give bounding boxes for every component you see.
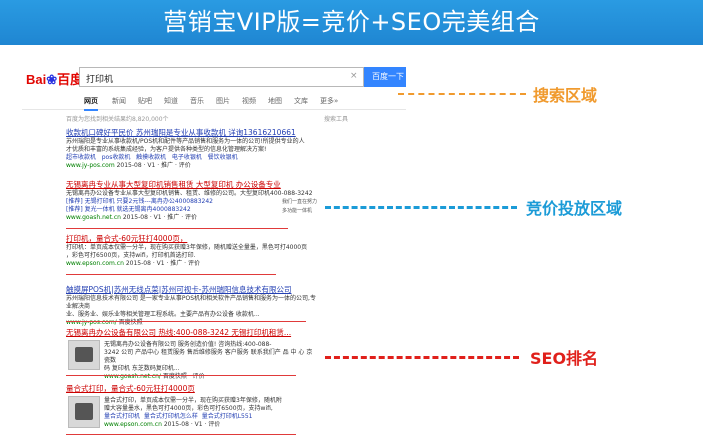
baidu-logo[interactable]: Bai❀百度 bbox=[26, 69, 83, 88]
logo-bai-text: Bai bbox=[26, 72, 47, 87]
result-desc: 量合式打印，单页成本仅需一分半，现在购买获赠3年保修，随机附 bbox=[104, 397, 282, 404]
result-meta: 2015-08 · V1 · 推广 · 评价 bbox=[116, 162, 191, 169]
result-desc: 苏州瑞阳信息技术有限公司 是一家专业从事POS机和相关软件产品销售和服务为一体的… bbox=[66, 295, 316, 310]
result-desc: ，彩色可打6500页，支持wifi，打印机首选打印. bbox=[66, 252, 196, 259]
result-sublink[interactable]: 量合式打印机 bbox=[104, 413, 140, 420]
result-desc: 3242 公司 产品中心 租赁服务 售后维修服务 客户服务 联系我们产 品 中 … bbox=[104, 349, 313, 364]
tab-wenku[interactable]: 文库 bbox=[294, 96, 308, 106]
tab-more[interactable]: 更多» bbox=[320, 96, 338, 106]
result-url: www.epson.com.cn bbox=[66, 260, 124, 267]
result-sublink[interactable]: pos收款机 bbox=[102, 154, 131, 161]
search-area-line bbox=[398, 93, 526, 95]
result-meta: 2015-08 · V1 · 评价 bbox=[163, 421, 221, 428]
result-side-note: 我们一直在努力 bbox=[282, 199, 318, 205]
tab-images[interactable]: 图片 bbox=[216, 96, 230, 106]
result-tag: [推荐] bbox=[66, 206, 83, 213]
result-desc: 才优质和丰富的系统集成经验，为客户提供各种类型的信息化管理解决方案! bbox=[66, 146, 267, 153]
tab-zhidao[interactable]: 知道 bbox=[164, 96, 178, 106]
result-sublink[interactable]: 量合式打印机怎么样 bbox=[144, 413, 198, 420]
clear-icon[interactable]: × bbox=[350, 71, 358, 81]
result-title[interactable]: 触摸屏POS机|苏州无线点菜|苏州可视卡-苏州瑞阳信息技术有限公司 bbox=[66, 285, 316, 295]
result-item: 量合式打印，量合式-60元狂打4000页 bbox=[66, 384, 316, 394]
result-meta: 2015-08 · V1 · 推广 · 评价 bbox=[122, 214, 198, 221]
baidu-screenshot: Bai❀百度 打印机 × 百度一下 网页 新闻 贴吧 知道 音乐 图片 视频 地… bbox=[22, 62, 406, 439]
result-item: 打印机，量合式-60元狂打4000页， 打印机：单页成本仅需一分半，现在购买获赠… bbox=[66, 234, 316, 268]
banner-title: 营销宝VIP版=竞价+SEO完美组合 bbox=[0, 0, 703, 45]
search-tools-button[interactable]: 搜索工具 bbox=[324, 114, 348, 123]
result-desc: 业、服务业、娱乐业等相关管理工程系统。主要产品有办公设备 收款机... bbox=[66, 311, 260, 318]
result-sublink[interactable]: 电子收银机 bbox=[172, 154, 202, 161]
result-sublink[interactable]: 触摸收款机 bbox=[136, 154, 166, 161]
result-item: 无锡离冉专业从事大型复印机销售租赁 大型复印机 办公设备专业 无锡离冉办公设备专… bbox=[66, 180, 316, 222]
result-sublink[interactable]: 无锡打印机 只要2元钱---离冉办公4000883242 bbox=[85, 198, 213, 205]
result-desc: 打印机：单页成本仅需一分半，现在购买获赠3年保修，随机赠送全量墨，黑色可打400… bbox=[66, 244, 308, 251]
result-desc: 赠大容量墨水，黑色可打4000页，彩色可打6500页，支持wifi, bbox=[104, 405, 273, 412]
result-underline bbox=[66, 375, 296, 376]
search-input[interactable]: 打印机 bbox=[79, 67, 364, 87]
result-item: 无锡离冉办公设备有限公司 热线:400-088-3242 无锡打印机租赁... bbox=[66, 328, 316, 338]
result-title[interactable]: 无锡离冉专业从事大型复印机销售租赁 大型复印机 办公设备专业 bbox=[66, 180, 316, 190]
result-title[interactable]: 收款机口碑好平民价 苏州瑞阳是专业从事收款机 详询13616210661 bbox=[66, 128, 316, 138]
result-title[interactable]: 量合式打印，量合式-60元狂打4000页 bbox=[66, 384, 316, 394]
result-title[interactable]: 无锡离冉办公设备有限公司 热线:400-088-3242 无锡打印机租赁... bbox=[66, 328, 316, 338]
result-desc: 无锡离冉办公设备有限公司 服务创造价值! 咨询热线:400-088- bbox=[104, 341, 272, 348]
ppc-area-label: 竞价投放区域 bbox=[526, 199, 623, 218]
seo-area-label: SEO排名 bbox=[530, 349, 599, 368]
result-body: 量合式打印，单页成本仅需一分半，现在购买获赠3年保修，随机附 赠大容量墨水，黑色… bbox=[104, 397, 314, 429]
result-sublink[interactable]: 复光一体机 就选无锡离冉4000883242 bbox=[85, 206, 191, 213]
result-desc: 无锡离冉办公设备专业从事大型复印机销售、租赁、维修的公司。大型复印机400-08… bbox=[66, 190, 313, 197]
result-sublink[interactable]: 超市收款机 bbox=[66, 154, 96, 161]
search-button[interactable]: 百度一下 bbox=[364, 67, 406, 87]
result-url: www.epson.com.cn bbox=[104, 421, 162, 428]
tab-map[interactable]: 地图 bbox=[268, 96, 282, 106]
ppc-area-line bbox=[325, 206, 517, 209]
result-underline bbox=[66, 228, 288, 229]
result-meta: 2015-08 · V1 · 推广 · 评价 bbox=[125, 260, 201, 267]
result-sublink[interactable]: 餐饮收银机 bbox=[208, 154, 238, 161]
result-item: 收款机口碑好平民价 苏州瑞阳是专业从事收款机 详询13616210661 苏州瑞… bbox=[66, 128, 316, 170]
result-desc: 苏州瑞阳是专业从事收款机/POS机和配件等产品销售和服务为一体的公司!所提供专业… bbox=[66, 138, 305, 145]
result-title[interactable]: 打印机，量合式-60元狂打4000页， bbox=[66, 234, 316, 244]
result-tag: [推荐] bbox=[66, 198, 83, 205]
paw-icon: ❀ bbox=[46, 72, 58, 87]
result-underline bbox=[66, 274, 276, 275]
tab-music[interactable]: 音乐 bbox=[190, 96, 204, 106]
printer-thumbnail[interactable] bbox=[68, 396, 100, 428]
tab-video[interactable]: 视频 bbox=[242, 96, 256, 106]
tab-web[interactable]: 网页 bbox=[84, 96, 98, 111]
result-stats: 百度为您找到相关结果约8,820,000个 bbox=[66, 116, 169, 123]
result-url: www.jy-pos.com bbox=[66, 162, 115, 169]
result-desc: 码 复印机 东芝数码复印机... bbox=[104, 365, 180, 372]
result-url: www.goash.net.cn bbox=[66, 214, 121, 221]
tab-tieba[interactable]: 贴吧 bbox=[138, 96, 152, 106]
result-underline bbox=[66, 434, 296, 435]
search-tabs: 网页 新闻 贴吧 知道 音乐 图片 视频 地图 文库 更多» bbox=[22, 92, 406, 111]
tab-news[interactable]: 新闻 bbox=[112, 96, 126, 106]
result-side-note: 多功能一体机 bbox=[282, 208, 313, 214]
seo-area-line bbox=[325, 356, 519, 359]
search-area-label: 搜索区域 bbox=[533, 86, 598, 105]
copier-thumbnail[interactable] bbox=[68, 340, 100, 370]
result-sublink[interactable]: 量合式打印机L551 bbox=[202, 413, 253, 420]
result-underline bbox=[66, 321, 306, 322]
